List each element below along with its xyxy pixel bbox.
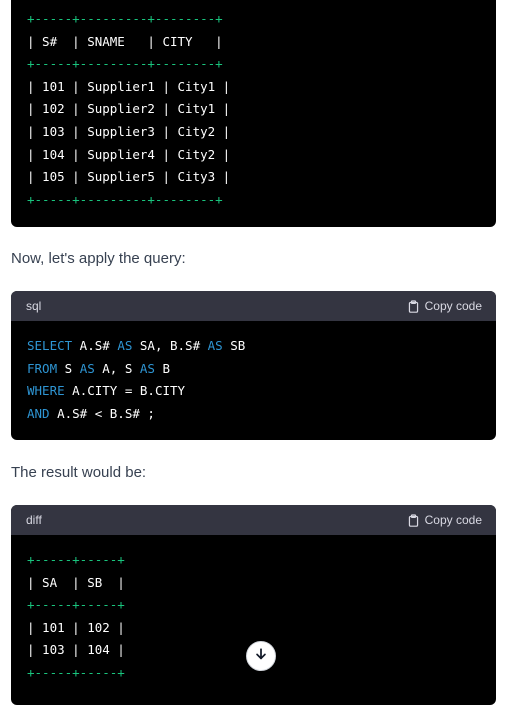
table-border: +-----+---------+--------+ bbox=[27, 11, 223, 26]
paragraph-result: The result would be: bbox=[11, 464, 147, 481]
sql-keyword: FROM bbox=[27, 360, 58, 376]
table-row: | 101 | 102 | bbox=[27, 619, 125, 635]
clipboard-icon bbox=[407, 299, 420, 313]
sql-line: AND A.S# < B.S# ; bbox=[27, 403, 496, 426]
sql-keyword: WHERE bbox=[27, 383, 65, 399]
code-language-label: sql bbox=[26, 299, 42, 313]
table-header-row: | SA | SB | bbox=[27, 574, 125, 590]
sql-line: FROM S AS A, S AS B bbox=[27, 358, 496, 381]
table-s-code: +-----+---------+--------+ | S# | SNAME |… bbox=[11, 0, 496, 211]
sql-text: A.CITY = B.CITY bbox=[64, 383, 186, 399]
sql-keyword: SELECT bbox=[27, 338, 73, 353]
copy-code-label: Copy code bbox=[424, 513, 482, 527]
table-row: | 102 | Supplier2 | City1 | bbox=[27, 101, 231, 117]
sql-text: S bbox=[57, 360, 80, 376]
sql-text: SB bbox=[222, 338, 246, 353]
table-row: | 105 | Supplier5 | City3 | bbox=[27, 169, 231, 185]
scroll-to-bottom-button[interactable] bbox=[246, 641, 276, 671]
table-border: +-----+---------+--------+ bbox=[27, 56, 223, 72]
sql-keyword: AND bbox=[27, 405, 50, 421]
code-block-table-s: +-----+---------+--------+ | S# | SNAME |… bbox=[11, 0, 496, 227]
table-border: +-----+-----+ bbox=[27, 597, 125, 613]
code-language-label: diff bbox=[26, 513, 42, 527]
copy-code-label: Copy code bbox=[424, 299, 482, 313]
sql-line: WHERE A.CITY = B.CITY bbox=[27, 380, 496, 403]
sql-text: A.S# < B.S# ; bbox=[49, 405, 155, 421]
table-row: | 104 | Supplier4 | City2 | bbox=[27, 146, 231, 162]
arrow-down-icon bbox=[254, 647, 268, 666]
table-header-row: | S# | SNAME | CITY | bbox=[27, 33, 223, 49]
table-border: +-----+-----+ bbox=[27, 552, 125, 567]
table-row: | 103 | Supplier3 | City2 | bbox=[27, 123, 231, 139]
sql-text: A.S# bbox=[72, 338, 118, 353]
copy-code-button[interactable]: Copy code bbox=[407, 513, 482, 527]
copy-code-button[interactable]: Copy code bbox=[407, 299, 482, 313]
table-border: +-----+---------+--------+ bbox=[27, 191, 223, 207]
sql-code: SELECT A.S# AS SA, B.S# AS SB FROM S AS A… bbox=[11, 321, 496, 425]
sql-text: SA, B.S# bbox=[132, 338, 208, 353]
code-header: sql Copy code bbox=[11, 291, 496, 321]
sql-keyword: AS bbox=[79, 360, 95, 376]
sql-text: A, S bbox=[94, 360, 140, 376]
code-block-sql: sql Copy code SELECT A.S# AS SA, B.S# AS… bbox=[11, 291, 496, 440]
sql-keyword: AS bbox=[117, 338, 133, 353]
clipboard-icon bbox=[407, 513, 420, 527]
code-header: diff Copy code bbox=[11, 505, 496, 535]
paragraph-apply-query: Now, let's apply the query: bbox=[11, 250, 186, 267]
sql-text: B bbox=[154, 360, 171, 376]
sql-keyword: AS bbox=[207, 338, 223, 353]
sql-keyword: AS bbox=[139, 360, 155, 376]
sql-line: SELECT A.S# AS SA, B.S# AS SB bbox=[27, 335, 496, 358]
code-block-diff: diff Copy code +-----+-----+ | SA | SB | +… bbox=[11, 505, 496, 705]
table-row: | 101 | Supplier1 | City1 | bbox=[27, 78, 231, 94]
